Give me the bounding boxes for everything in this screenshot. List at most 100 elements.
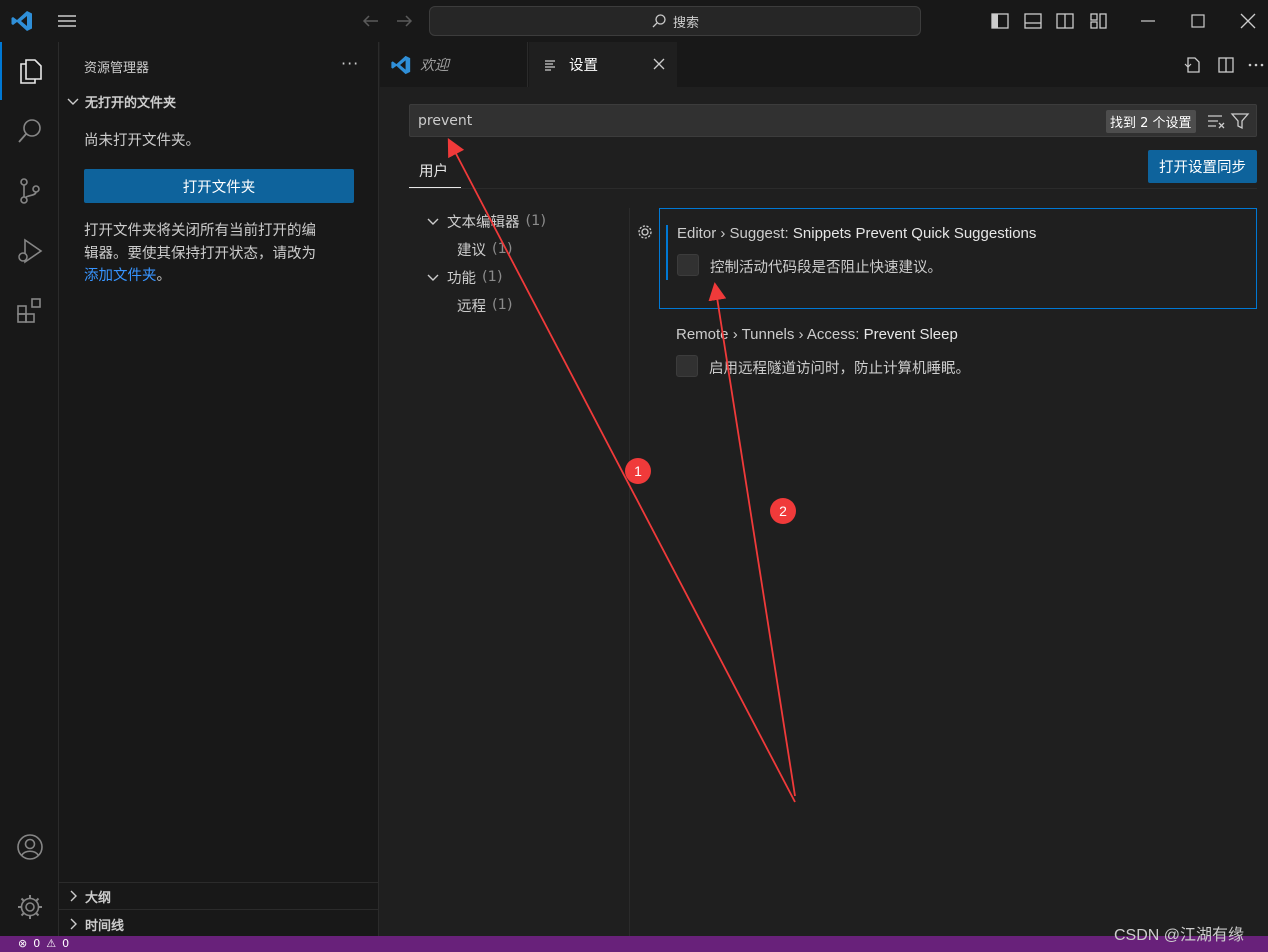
setting-item-snippets-prevent-quick-suggestions[interactable]: Editor › Suggest: Snippets Prevent Quick… [659, 208, 1257, 309]
run-debug-activity[interactable] [0, 222, 59, 280]
section-title: 无打开的文件夹 [85, 95, 177, 111]
search-value: prevent [418, 113, 473, 129]
timeline-label: 时间线 [85, 918, 125, 934]
setting-name: Snippets Prevent Quick Suggestions [792, 225, 1037, 242]
error-count: 0 [33, 937, 41, 950]
toggle-primary-sidebar-icon[interactable] [990, 11, 1010, 31]
search-activity[interactable] [0, 102, 59, 160]
status-bar: ⊗ 0 ⚠ 0 [0, 936, 1268, 952]
customize-layout-icon[interactable] [1089, 11, 1109, 31]
chevron-down-icon [427, 274, 439, 281]
no-folder-section-header[interactable]: 无打开的文件夹 [59, 90, 379, 112]
extensions-icon [16, 298, 41, 323]
error-icon: ⊗ [18, 937, 28, 950]
open-settings-json-icon[interactable] [1183, 55, 1203, 75]
open-settings-sync-button[interactable]: 打开设置同步 [1148, 150, 1257, 183]
chevron-down-icon [67, 98, 79, 105]
info-end: 。 [156, 268, 172, 284]
focus-indicator [666, 225, 668, 280]
toc-divider [629, 208, 630, 936]
accounts-activity[interactable] [0, 818, 59, 876]
toc-item-remote[interactable]: 远程 (1) [457, 293, 513, 317]
toc-label: 功能 [447, 270, 476, 287]
menu-icon[interactable] [56, 11, 78, 31]
outline-section-header[interactable]: 大纲 [59, 885, 379, 907]
setting-checkbox[interactable] [676, 355, 698, 377]
command-center-label: 搜索 [672, 15, 699, 31]
toc-item-text-editor[interactable]: 文本编辑器 (1) [425, 209, 546, 233]
more-actions-icon[interactable] [1246, 55, 1266, 75]
scope-active-indicator [409, 187, 461, 188]
editor-tab-bar: 欢迎 设置 [380, 42, 1268, 87]
filter-icon[interactable] [1230, 111, 1250, 131]
activity-bar [0, 42, 59, 936]
setting-checkbox[interactable] [677, 254, 699, 276]
chevron-right-icon [70, 918, 77, 930]
open-folder-button[interactable]: 打开文件夹 [84, 169, 354, 203]
setting-category: Editor › Suggest: [677, 225, 793, 242]
source-control-icon [19, 178, 40, 204]
result-count-badge: 找到 2 个设置 [1106, 110, 1196, 133]
timeline-section-header[interactable]: 时间线 [59, 913, 379, 935]
setting-title: Editor › Suggest: Snippets Prevent Quick… [677, 225, 1036, 242]
setting-gear-icon[interactable] [635, 222, 655, 242]
outline-label: 大纲 [85, 890, 112, 906]
tab-welcome[interactable]: 欢迎 [380, 42, 528, 87]
toc-label: 文本编辑器 [447, 214, 520, 231]
info-line-3: 添加文件夹。 [84, 265, 354, 288]
minimize-icon[interactable] [1138, 11, 1158, 31]
settings-file-icon [539, 54, 561, 76]
add-folder-link[interactable]: 添加文件夹 [84, 268, 157, 284]
toc-label: 建议 [457, 242, 486, 259]
settings-search-input[interactable]: prevent 找到 2 个设置 [409, 104, 1257, 137]
tab-settings-label: 设置 [569, 58, 598, 74]
info-line-1: 打开文件夹将关闭所有当前打开的编 [84, 223, 316, 239]
explorer-activity[interactable] [0, 42, 59, 100]
run-debug-icon [17, 238, 42, 264]
title-bar: 搜索 [0, 0, 1268, 42]
source-control-activity[interactable] [0, 162, 59, 220]
setting-item-prevent-sleep[interactable]: Remote › Tunnels › Access: Prevent Sleep… [659, 309, 1257, 389]
extensions-activity[interactable] [0, 282, 59, 340]
clear-filter-icon[interactable] [1206, 112, 1226, 130]
close-window-icon[interactable] [1238, 11, 1258, 31]
toc-count: (1) [525, 213, 547, 229]
annotation-badge-1: 1 [625, 458, 651, 484]
divider [59, 882, 379, 883]
more-actions-button[interactable]: ··· [341, 54, 359, 73]
chevron-right-icon [70, 890, 77, 902]
command-center-search[interactable]: 搜索 [429, 6, 921, 36]
toc-item-features[interactable]: 功能 (1) [425, 265, 503, 289]
no-folder-text: 尚未打开文件夹。 [84, 133, 200, 149]
setting-title: Remote › Tunnels › Access: Prevent Sleep [676, 326, 958, 343]
account-icon [16, 834, 43, 860]
forward-arrow-icon[interactable] [393, 11, 415, 31]
settings-editor: prevent 找到 2 个设置 用户 打开设置同步 文本编辑器 (1) 建议 … [380, 87, 1268, 936]
annotation-badge-2: 2 [770, 498, 796, 524]
toc-label: 远程 [457, 298, 486, 315]
close-icon[interactable] [651, 56, 667, 72]
search-icon [652, 14, 666, 28]
maximize-icon[interactable] [1188, 11, 1208, 31]
scope-divider [409, 188, 1257, 189]
toggle-secondary-sidebar-icon[interactable] [1055, 11, 1075, 31]
setting-description: 启用远程隧道访问时，防止计算机睡眠。 [709, 361, 970, 377]
manage-activity[interactable] [0, 878, 59, 936]
toggle-panel-icon[interactable] [1023, 11, 1043, 31]
search-icon [17, 119, 41, 143]
toc-count: (1) [492, 297, 513, 313]
problems-indicator[interactable]: ⊗ 0 ⚠ 0 [18, 937, 69, 950]
warning-icon: ⚠ [46, 937, 57, 950]
warning-count: 0 [62, 937, 70, 950]
tab-settings[interactable]: 设置 [529, 42, 677, 87]
divider [59, 909, 379, 910]
sidebar-title: 资源管理器 [84, 61, 150, 76]
tab-user-scope[interactable]: 用户 [419, 160, 448, 181]
split-editor-icon[interactable] [1216, 55, 1236, 75]
files-icon [19, 59, 42, 84]
setting-description: 控制活动代码段是否阻止快速建议。 [710, 260, 942, 276]
gear-icon [17, 895, 42, 919]
toc-item-suggest[interactable]: 建议 (1) [457, 237, 513, 261]
back-arrow-icon[interactable] [360, 11, 382, 31]
chevron-down-icon [427, 218, 439, 225]
